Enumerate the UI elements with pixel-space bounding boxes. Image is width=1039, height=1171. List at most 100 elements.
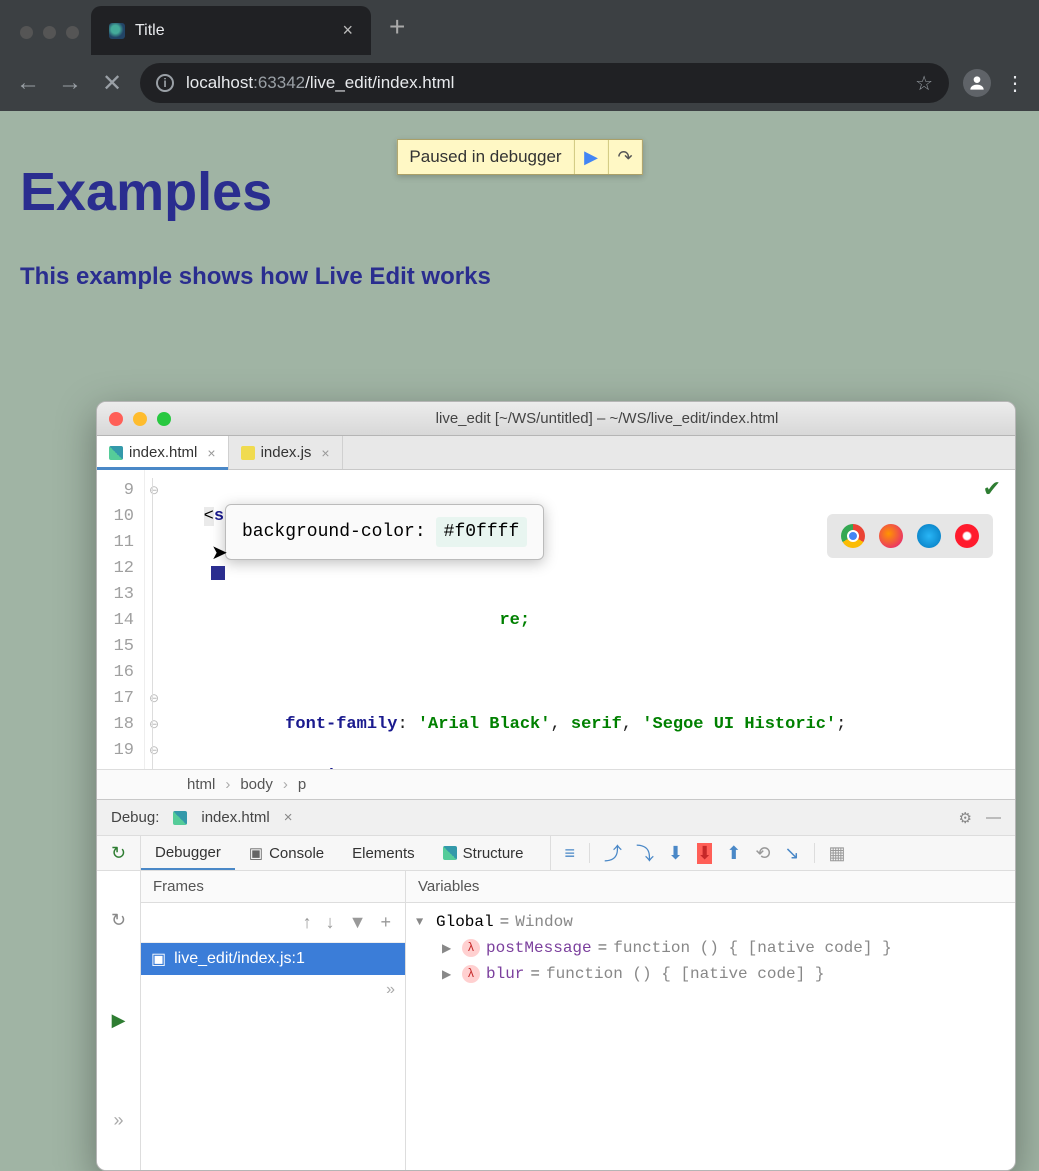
- paused-debugger-bar: Paused in debugger ▶ ↷: [396, 139, 642, 175]
- url-host: localhost: [186, 73, 253, 92]
- close-icon[interactable]: ×: [284, 809, 293, 826]
- tooltip-label: background-color:: [242, 519, 426, 545]
- tooltip-color-value: #f0ffff: [436, 517, 528, 547]
- drop-frame-icon[interactable]: ⟲: [755, 843, 770, 864]
- inspection-ok-icon[interactable]: ✔: [983, 478, 1001, 504]
- var-value: function () { [native code] }: [546, 965, 824, 983]
- open-in-browser-toolbar: [827, 514, 993, 558]
- frame-up-icon[interactable]: ↑: [303, 912, 312, 933]
- editor-tab-index-html[interactable]: index.html ×: [97, 436, 229, 469]
- hide-icon[interactable]: —: [986, 809, 1001, 826]
- debug-config-name: index.html: [201, 809, 269, 826]
- expand-icon[interactable]: ▼: [416, 915, 430, 929]
- browser-tab[interactable]: Title ×: [91, 6, 371, 55]
- tab-title: Title: [135, 22, 165, 40]
- tab-structure[interactable]: Structure: [429, 836, 538, 870]
- html-file-icon: [173, 811, 187, 825]
- max-dot[interactable]: [66, 26, 79, 39]
- step-over-icon[interactable]: ⤴: [604, 840, 622, 866]
- var-value: function () { [native code] }: [613, 939, 891, 957]
- view-breakpoints-icon[interactable]: ≡: [565, 843, 576, 864]
- more-icon[interactable]: »: [141, 975, 405, 1005]
- force-step-into-icon[interactable]: ⬇: [668, 843, 683, 864]
- html-file-icon: [443, 846, 457, 860]
- close-dot[interactable]: [20, 26, 33, 39]
- site-info-icon[interactable]: i: [156, 74, 174, 92]
- forward-button[interactable]: →: [56, 69, 84, 97]
- bookmark-icon[interactable]: ☆: [915, 71, 933, 96]
- page-subtitle: This example shows how Live Edit works: [20, 263, 1019, 291]
- window-traffic-lights[interactable]: [8, 26, 91, 55]
- expand-icon[interactable]: ▶: [442, 967, 456, 982]
- code-editor[interactable]: 910111213141516171819202122232425 ⊖⊖⊖⊖⊖⊖…: [97, 470, 1015, 769]
- tab-label: index.js: [261, 444, 312, 461]
- ide-max-icon[interactable]: [157, 412, 171, 426]
- ide-close-icon[interactable]: [109, 412, 123, 426]
- var-name: blur: [486, 965, 524, 983]
- tab-elements[interactable]: Elements: [338, 836, 429, 870]
- chrome-icon[interactable]: [841, 524, 865, 548]
- tab-debugger[interactable]: Debugger: [141, 836, 235, 870]
- step-into-icon[interactable]: ⤵: [636, 840, 654, 866]
- stack-frame[interactable]: ▣ live_edit/index.js:1: [141, 943, 405, 975]
- favicon-icon: [109, 23, 125, 39]
- paused-label: Paused in debugger: [397, 141, 573, 173]
- js-file-icon: [241, 446, 255, 460]
- frame-down-icon[interactable]: ↓: [326, 912, 335, 933]
- ide-titlebar[interactable]: live_edit [~/WS/untitled] – ~/WS/live_ed…: [97, 402, 1015, 436]
- add-icon[interactable]: +: [380, 912, 391, 933]
- close-tab-icon[interactable]: ×: [342, 20, 353, 41]
- rerun-button[interactable]: ↻: [97, 836, 140, 870]
- debug-tool-window-header: Debug: index.html × ⚙ —: [97, 799, 1015, 835]
- lambda-icon: λ: [462, 939, 480, 957]
- editor-tab-index-js[interactable]: index.js ×: [229, 436, 343, 469]
- close-icon[interactable]: ×: [321, 445, 329, 461]
- firefox-icon[interactable]: [879, 524, 903, 548]
- debug-label: Debug:: [111, 809, 159, 826]
- run-to-cursor-icon[interactable]: ⬆: [726, 843, 741, 864]
- frames-header: Frames: [141, 871, 405, 903]
- resume-program-button[interactable]: ▶: [97, 971, 140, 1071]
- resume-button[interactable]: ▶: [574, 140, 608, 174]
- frame-label: live_edit/index.js:1: [174, 950, 305, 968]
- ide-window: live_edit [~/WS/untitled] – ~/WS/live_ed…: [96, 401, 1016, 1171]
- variables-header: Variables: [406, 871, 1015, 903]
- stop-button[interactable]: ✕: [98, 69, 126, 98]
- line-gutter: 910111213141516171819202122232425: [97, 470, 145, 769]
- var-name: Global: [436, 913, 494, 931]
- url-path: /live_edit/index.html: [305, 73, 454, 92]
- more-icon[interactable]: »: [97, 1070, 140, 1170]
- restart-button[interactable]: ↻: [97, 871, 140, 971]
- variables-tree[interactable]: ▼ Global = Window ▶ λ postMessage = func…: [406, 903, 1015, 1170]
- expand-icon[interactable]: ▶: [442, 941, 456, 956]
- browser-menu-icon[interactable]: ⋮: [1005, 71, 1025, 96]
- var-name: postMessage: [486, 939, 592, 957]
- step-over-button[interactable]: ↷: [608, 140, 642, 174]
- breadcrumb[interactable]: html› body› p: [97, 769, 1015, 799]
- code-area[interactable]: <style> re; font-family: 'Arial Black', …: [163, 470, 1015, 769]
- address-bar[interactable]: i localhost:63342/live_edit/index.html ☆: [140, 63, 949, 103]
- fold-gutter[interactable]: ⊖⊖⊖⊖⊖⊖⊖⊖: [145, 470, 163, 769]
- ide-min-icon[interactable]: [133, 412, 147, 426]
- calculator-icon[interactable]: ▦: [829, 843, 846, 864]
- close-icon[interactable]: ×: [207, 445, 215, 461]
- var-value: Window: [515, 913, 573, 931]
- color-swatch-icon[interactable]: [211, 566, 225, 580]
- step-out-icon[interactable]: ⬇: [697, 843, 712, 864]
- new-tab-button[interactable]: +: [371, 11, 423, 55]
- lambda-icon: λ: [462, 965, 480, 983]
- min-dot[interactable]: [43, 26, 56, 39]
- opera-icon[interactable]: [955, 524, 979, 548]
- debug-side-toolbar: ↻: [97, 836, 141, 870]
- filter-icon[interactable]: ▼: [349, 912, 367, 933]
- frame-icon: ▣: [151, 949, 166, 969]
- tab-console[interactable]: ▣Console: [235, 836, 338, 870]
- gear-icon[interactable]: ⚙: [959, 809, 972, 827]
- safari-icon[interactable]: [917, 524, 941, 548]
- color-tooltip: background-color: #f0ffff: [225, 504, 544, 560]
- profile-avatar[interactable]: [963, 69, 991, 97]
- evaluate-icon[interactable]: ↘: [784, 843, 799, 864]
- back-button[interactable]: ←: [14, 69, 42, 97]
- html-file-icon: [109, 446, 123, 460]
- mouse-cursor-icon: ➤: [211, 542, 228, 568]
